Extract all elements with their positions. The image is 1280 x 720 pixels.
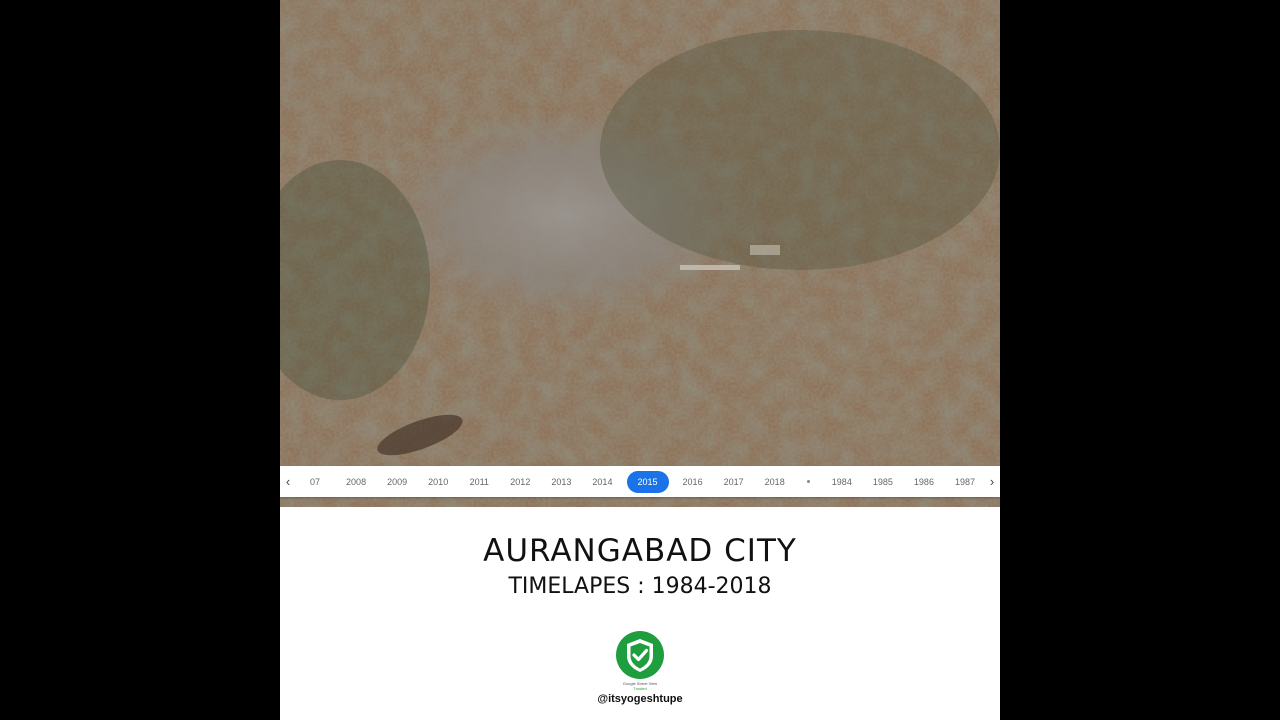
timeline-separator-dot <box>806 480 810 483</box>
street-view-trusted-shield-icon <box>616 631 664 679</box>
timeline-year[interactable]: 1986 <box>907 473 941 491</box>
timeline-year[interactable]: 2014 <box>585 473 619 491</box>
timeline-prev-button[interactable]: ‹ <box>280 466 296 497</box>
badge-caption-line2: Trusted <box>633 686 647 691</box>
video-frame: ‹ 07 2008 2009 2010 2011 2012 2013 2014 2015 2016… <box>280 0 1000 720</box>
chevron-left-icon: ‹ <box>285 474 291 489</box>
chevron-right-icon: › <box>989 474 995 489</box>
timeline-year-active[interactable]: 2015 <box>626 470 669 493</box>
satellite-map-image <box>280 0 1000 507</box>
timeline-year[interactable]: 2008 <box>339 473 373 491</box>
timeline-year[interactable]: 2013 <box>544 473 578 491</box>
creator-handle: @itsyogeshtupe <box>597 693 683 705</box>
timeline-year[interactable]: 2012 <box>503 473 537 491</box>
badge-caption: Google Street View Trusted <box>623 681 657 691</box>
street-view-badge: Google Street View Trusted <box>613 630 667 692</box>
timeline-years: 07 2008 2009 2010 2011 2012 2013 2014 2015 2016 20… <box>296 470 984 493</box>
timeline-year[interactable]: 2016 <box>676 473 710 491</box>
video-subtitle: TIMELAPES : 1984-2018 <box>508 574 772 599</box>
timeline-year[interactable]: 2009 <box>380 473 414 491</box>
timeline-next-button[interactable]: › <box>984 466 1000 497</box>
video-title: AURANGABAD CITY <box>483 533 797 569</box>
timeline-year[interactable]: 2018 <box>758 473 792 491</box>
timeline-year[interactable]: 2017 <box>717 473 751 491</box>
timeline-year[interactable]: 2010 <box>421 473 455 491</box>
timeline-year[interactable]: 07 <box>298 473 332 491</box>
timeline-year[interactable]: 1984 <box>825 473 859 491</box>
timeline-year[interactable]: 2011 <box>462 473 496 491</box>
timeline-year[interactable]: 1987 <box>948 473 982 491</box>
timeline-year[interactable]: 1985 <box>866 473 900 491</box>
year-timeline: ‹ 07 2008 2009 2010 2011 2012 2013 2014 2015 2016… <box>280 466 1000 497</box>
